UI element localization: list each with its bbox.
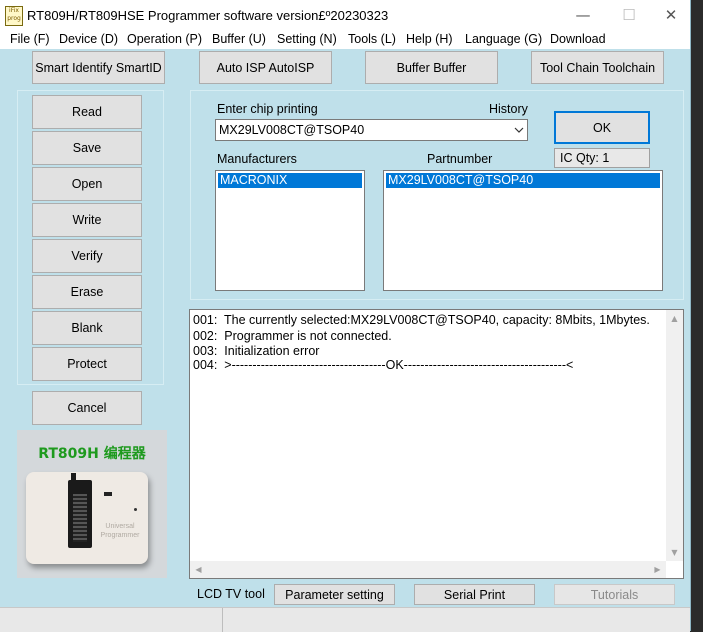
chip-combo-value: MX29LV008CT@TSOP40 — [219, 123, 365, 137]
programmer-window: iFix prog RT809H/RT809HSE Programmer sof… — [0, 0, 691, 632]
window-title: RT809H/RT809HSE Programmer software vers… — [27, 8, 389, 23]
chip-combo[interactable]: MX29LV008CT@TSOP40 — [215, 119, 528, 141]
log-line: 004: >----------------------------------… — [193, 358, 574, 372]
cancel-button[interactable]: Cancel — [32, 391, 142, 425]
close-icon[interactable]: ✕ — [652, 0, 690, 31]
horizontal-scrollbar[interactable]: ◀ ▶ — [190, 561, 666, 578]
menu-help[interactable]: Help (H) — [406, 32, 453, 46]
ok-button[interactable]: OK — [554, 111, 650, 144]
menu-file[interactable]: File (F) — [10, 32, 50, 46]
product-label: RT809H 编程器 — [38, 446, 146, 462]
write-button[interactable]: Write — [32, 203, 142, 237]
menu-bar: File (F) Device (D) Operation (P) Buffer… — [0, 31, 690, 49]
zif-socket-icon — [68, 473, 92, 548]
buffer-button[interactable]: Buffer Buffer — [365, 51, 498, 84]
scroll-up-icon[interactable]: ▲ — [666, 310, 683, 327]
ic-qty-field: IC Qty: 1 — [554, 148, 650, 168]
serial-print-button[interactable]: Serial Print — [414, 584, 535, 605]
save-button[interactable]: Save — [32, 131, 142, 165]
menu-device[interactable]: Device (D) — [59, 32, 118, 46]
log-line: 002: Programmer is not connected. — [193, 329, 392, 343]
maximize-icon[interactable]: ☐ — [606, 0, 652, 31]
title-bar: iFix prog RT809H/RT809HSE Programmer sof… — [0, 0, 690, 31]
lcd-tv-tool-label: LCD TV tool — [197, 587, 265, 601]
read-button[interactable]: Read — [32, 95, 142, 129]
auto-isp-button[interactable]: Auto ISP AutoISP — [199, 51, 332, 84]
scroll-right-icon[interactable]: ▶ — [649, 561, 666, 578]
log-output[interactable]: 001: The currently selected:MX29LV008CT@… — [189, 309, 684, 579]
parameter-setting-button[interactable]: Parameter setting — [274, 584, 395, 605]
verify-button[interactable]: Verify — [32, 239, 142, 273]
smart-identify-button[interactable]: Smart Identify SmartID — [32, 51, 165, 84]
menu-tools[interactable]: Tools (L) — [348, 32, 396, 46]
erase-button[interactable]: Erase — [32, 275, 142, 309]
manufacturers-label: Manufacturers — [217, 152, 297, 166]
status-bar — [0, 607, 690, 632]
manufacturers-list[interactable]: MACRONIX — [215, 170, 365, 291]
minimize-icon[interactable]: — — [560, 0, 606, 31]
chevron-down-icon[interactable] — [514, 124, 524, 134]
scroll-down-icon[interactable]: ▼ — [666, 544, 683, 561]
tutorials-button: Tutorials — [554, 584, 675, 605]
menu-buffer[interactable]: Buffer (U) — [212, 32, 266, 46]
scroll-left-icon[interactable]: ◀ — [190, 561, 207, 578]
programmer-device-icon: Universal Programmer — [26, 472, 148, 564]
menu-setting[interactable]: Setting (N) — [277, 32, 337, 46]
enter-chip-label: Enter chip printing — [217, 102, 318, 116]
device-print: Universal Programmer — [100, 523, 140, 539]
vertical-scrollbar[interactable]: ▲ ▼ — [666, 310, 683, 561]
partnumber-list[interactable]: MX29LV008CT@TSOP40 — [383, 170, 663, 291]
list-item[interactable]: MX29LV008CT@TSOP40 — [386, 173, 660, 188]
menu-download[interactable]: Download — [550, 32, 606, 46]
app-icon: iFix prog — [5, 6, 23, 26]
product-image: RT809H 编程器 Universal Programmer — [17, 430, 167, 578]
blank-button[interactable]: Blank — [32, 311, 142, 345]
protect-button[interactable]: Protect — [32, 347, 142, 381]
log-line: 001: The currently selected:MX29LV008CT@… — [193, 313, 650, 327]
led-icon — [104, 492, 112, 496]
history-label: History — [489, 102, 528, 116]
toolchain-button[interactable]: Tool Chain Toolchain — [531, 51, 664, 84]
open-button[interactable]: Open — [32, 167, 142, 201]
log-line: 003: Initialization error — [193, 344, 320, 358]
menu-operation[interactable]: Operation (P) — [127, 32, 202, 46]
menu-language[interactable]: Language (G) — [465, 32, 542, 46]
list-item[interactable]: MACRONIX — [218, 173, 362, 188]
partnumber-label: Partnumber — [427, 152, 493, 166]
